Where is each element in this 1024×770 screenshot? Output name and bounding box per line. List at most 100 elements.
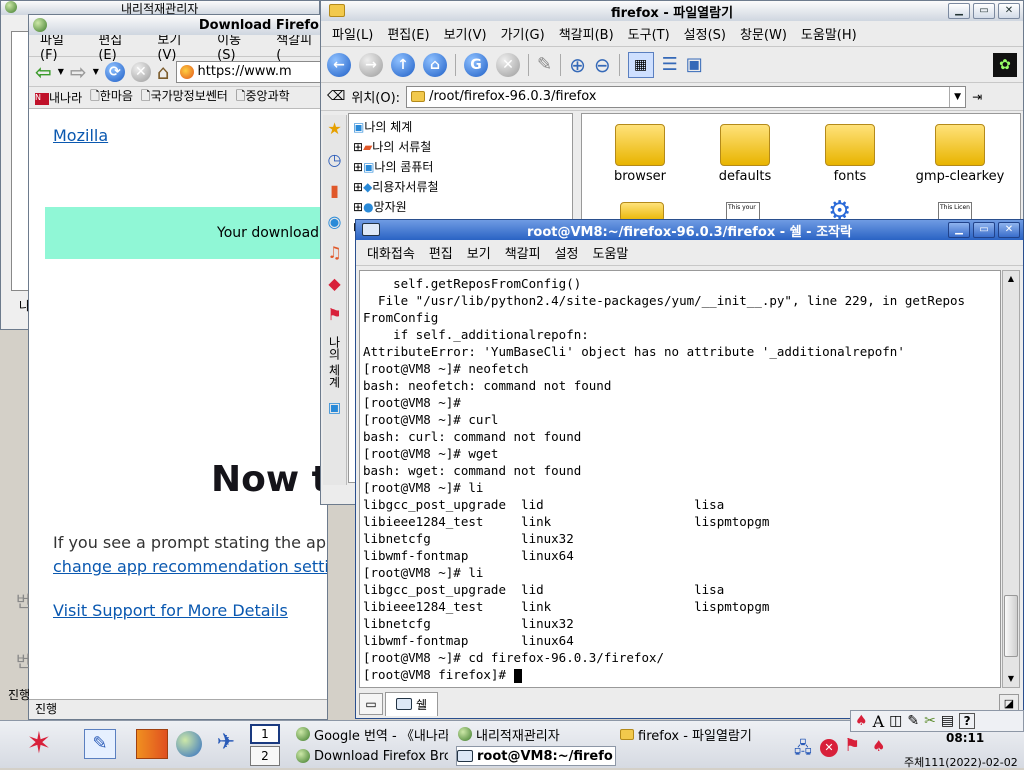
- close-button[interactable]: ✕: [998, 3, 1020, 19]
- download-manager-titlebar[interactable]: 내리적재관리자: [1, 1, 319, 16]
- font-icon[interactable]: A: [873, 712, 885, 731]
- menu-settings[interactable]: 설정(S): [677, 24, 733, 43]
- clipboard-icon[interactable]: ▤: [941, 713, 954, 729]
- reload-icon[interactable]: ⟳: [104, 61, 125, 82]
- tree-item-system[interactable]: ▣나의 체계: [353, 117, 568, 137]
- tree-item-documents[interactable]: ⊞▰나의 서류철: [353, 137, 568, 157]
- folder-item-defaults[interactable]: defaults: [707, 124, 783, 184]
- image-view-icon[interactable]: ▣: [686, 54, 703, 75]
- up-icon[interactable]: ↑: [391, 52, 415, 77]
- tree-item-network[interactable]: ⊞●망자원: [353, 197, 568, 217]
- scroll-thumb[interactable]: [1004, 595, 1018, 657]
- expand-icon[interactable]: ⊞: [353, 200, 363, 214]
- computer-icon[interactable]: ▣: [328, 400, 341, 416]
- menu-view[interactable]: 보기: [460, 243, 498, 262]
- clock-time[interactable]: 08:11: [946, 731, 984, 745]
- task-download-manager[interactable]: 내리적재관리자: [458, 724, 608, 744]
- flag-icon[interactable]: ⚑: [844, 735, 860, 756]
- icon-view-icon[interactable]: ▦: [627, 51, 654, 78]
- menu-edit[interactable]: 편집(E): [380, 24, 436, 43]
- scroll-up-icon[interactable]: ▲: [1003, 271, 1019, 287]
- bookmark-network-info[interactable]: 🗋국가망정보쎈터: [141, 87, 228, 108]
- expand-icon[interactable]: ⊞: [353, 140, 363, 154]
- firefox-titlebar[interactable]: Download Firefo: [29, 15, 327, 35]
- terminal-scrollbar[interactable]: ▲ ▼: [1002, 270, 1020, 688]
- bookmark-naenara[interactable]: N 내나라: [35, 89, 82, 106]
- minimize-button[interactable]: ▁: [948, 3, 970, 19]
- menu-view[interactable]: 보기(V): [437, 24, 494, 43]
- forward-dropdown-icon[interactable]: ▼: [93, 67, 99, 76]
- media-icon[interactable]: ♫: [327, 243, 341, 262]
- folder-item-gmp-clearkey[interactable]: gmp-clearkey: [910, 124, 1010, 184]
- expand-icon[interactable]: ⊞: [353, 180, 363, 194]
- scroll-down-icon[interactable]: ▼: [1003, 671, 1019, 687]
- services-icon[interactable]: ▮: [330, 181, 339, 200]
- menu-file[interactable]: 파일(L): [325, 24, 380, 43]
- bell-tray-icon[interactable]: ♠: [872, 737, 885, 755]
- support-link[interactable]: Visit Support for More Details: [53, 601, 288, 620]
- folder-item-browser[interactable]: browser: [602, 124, 678, 184]
- menu-session[interactable]: 대화접속: [360, 243, 422, 262]
- menu-go[interactable]: 가기(G): [494, 24, 552, 43]
- eraser-icon[interactable]: ✎: [537, 54, 552, 75]
- sidebar-system-label[interactable]: 나의 체계: [326, 336, 343, 388]
- url-bar[interactable]: https://www.m: [175, 60, 321, 83]
- task-terminal[interactable]: root@VM8:~/firefo: [456, 746, 616, 766]
- menu-window[interactable]: 창문(W): [733, 24, 794, 43]
- minimize-button[interactable]: ▁: [948, 222, 970, 238]
- stop-icon[interactable]: ✕: [130, 61, 151, 82]
- go-icon[interactable]: ⇥: [972, 90, 982, 104]
- forward-icon[interactable]: ⇨: [70, 60, 87, 84]
- zoom-in-icon[interactable]: ⊕: [569, 53, 586, 77]
- ime-icon[interactable]: ♠: [855, 713, 868, 729]
- menu-bookmarks[interactable]: 책갈피: [498, 243, 548, 262]
- network-tray-icon[interactable]: 🖧: [794, 737, 812, 764]
- back-icon[interactable]: ⇦: [35, 60, 52, 84]
- browser-icon[interactable]: [176, 731, 202, 757]
- session-tab[interactable]: 쉘: [385, 691, 439, 716]
- bookmark-hanmaum[interactable]: 🗋한마음: [90, 87, 133, 108]
- bookmark-science[interactable]: 🗋중앙과학: [236, 87, 290, 108]
- bookmark-star-icon[interactable]: ★: [327, 119, 341, 138]
- task-file-manager[interactable]: firefox - 파일열람기: [620, 724, 770, 744]
- no-connection-icon[interactable]: ✕: [820, 739, 838, 757]
- change-settings-link[interactable]: change app recommendation settings: [53, 557, 327, 576]
- terminal-titlebar[interactable]: root@VM8:~/firefox-96.0.3/firefox - 쉘 - …: [356, 220, 1023, 240]
- pin-icon[interactable]: ⚑: [327, 305, 341, 324]
- desktop-2[interactable]: 2: [250, 746, 280, 766]
- start-menu-icon[interactable]: ✶: [8, 727, 70, 761]
- network-icon[interactable]: ◉: [328, 212, 342, 231]
- help-icon[interactable]: ?: [959, 713, 976, 729]
- reload-icon[interactable]: G: [464, 52, 488, 77]
- task-google-translate[interactable]: Google 번역 - 《내나라: [296, 724, 448, 744]
- mozilla-link[interactable]: Mozilla: [53, 126, 108, 145]
- tools-icon[interactable]: ✂: [924, 713, 936, 729]
- clear-location-icon[interactable]: ⌫: [327, 89, 345, 104]
- forward-icon[interactable]: →: [359, 52, 383, 77]
- location-input[interactable]: /root/firefox-96.0.3/firefox ▼: [406, 85, 967, 108]
- expand-icon[interactable]: ⊞: [353, 160, 363, 174]
- maximize-button[interactable]: ▭: [973, 3, 995, 19]
- home-icon[interactable]: ⌂: [423, 52, 447, 77]
- edit-icon[interactable]: ✎: [907, 713, 919, 729]
- new-session-icon[interactable]: ▭: [359, 692, 383, 715]
- zoom-out-icon[interactable]: ⊖: [594, 53, 611, 77]
- tree-item-user-folder[interactable]: ⊞◆리용자서류철: [353, 177, 568, 197]
- close-button[interactable]: ✕: [998, 222, 1020, 238]
- back-icon[interactable]: ←: [327, 52, 351, 77]
- folder-item-fonts[interactable]: fonts: [812, 124, 888, 184]
- list-view-icon[interactable]: ☰: [662, 54, 678, 75]
- desktop-1[interactable]: 1: [250, 724, 280, 744]
- task-firefox[interactable]: Download Firefox Bro: [296, 746, 448, 766]
- kde-logo-icon[interactable]: ✿: [993, 52, 1017, 77]
- history-icon[interactable]: ◷: [328, 150, 342, 169]
- location-dropdown-icon[interactable]: ▼: [949, 86, 965, 107]
- menu-help[interactable]: 도움말(H): [794, 24, 864, 43]
- menu-settings[interactable]: 설정: [548, 243, 586, 262]
- menu-edit[interactable]: 편집: [422, 243, 460, 262]
- menu-tools[interactable]: 도구(T): [621, 24, 677, 43]
- back-dropdown-icon[interactable]: ▼: [58, 67, 64, 76]
- home-icon[interactable]: ⌂: [157, 60, 170, 84]
- terminal-output[interactable]: self.getReposFromConfig() File "/usr/lib…: [359, 270, 1001, 688]
- tag-icon[interactable]: ◆: [328, 274, 340, 293]
